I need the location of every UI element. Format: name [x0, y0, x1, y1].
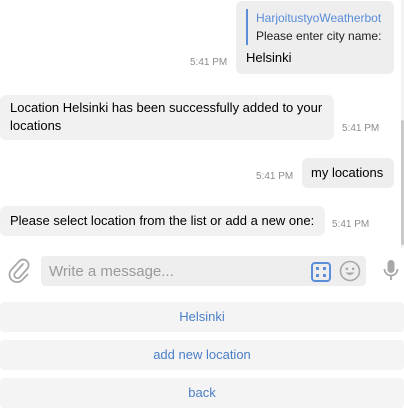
- keyboard-button-add-location[interactable]: add new location: [0, 340, 404, 370]
- message-bubble-outgoing[interactable]: my locations: [302, 158, 394, 188]
- reply-author: HarjoitustyoWeatherbot: [256, 11, 382, 25]
- message-text: Helsinki: [246, 50, 292, 65]
- emoji-icon[interactable]: [338, 259, 362, 283]
- message-time: 5:41 PM: [342, 123, 380, 134]
- microphone-icon[interactable]: [379, 257, 403, 285]
- message-input-placeholder: Write a message...: [49, 263, 174, 280]
- message-time: 5:41 PM: [190, 57, 228, 68]
- message-time: 5:41 PM: [332, 219, 370, 230]
- message-text: Location Helsinki has been successfully …: [10, 100, 323, 133]
- bot-keyboard-icon[interactable]: [310, 261, 332, 283]
- paperclip-icon[interactable]: [6, 257, 32, 285]
- message-text: my locations: [311, 165, 384, 180]
- keyboard-button-back[interactable]: back: [0, 378, 404, 408]
- message-bubble-outgoing[interactable]: HarjoitustyoWeatherbot Please enter city…: [236, 1, 394, 74]
- message-time: 5:41 PM: [256, 171, 294, 182]
- keyboard-button-helsinki[interactable]: Helsinki: [0, 302, 404, 332]
- message-text: Please select location from the list or …: [10, 213, 315, 228]
- message-bubble-incoming[interactable]: Please select location from the list or …: [0, 206, 325, 236]
- message-bubble-incoming[interactable]: Location Helsinki has been successfully …: [0, 95, 334, 140]
- reply-quote[interactable]: HarjoitustyoWeatherbot Please enter city…: [246, 9, 384, 45]
- reply-text: Please enter city name:: [256, 29, 382, 43]
